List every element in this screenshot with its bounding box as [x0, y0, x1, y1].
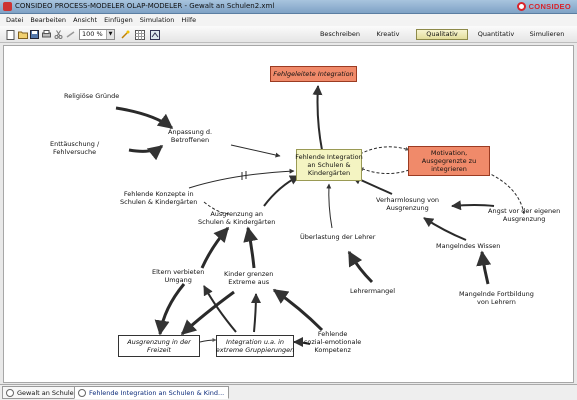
edge-ueberlastung-integration: [326, 183, 333, 229]
edge-kompetenz-kinder: [272, 288, 324, 332]
menu-datei[interactable]: Datei: [6, 16, 23, 24]
node-ueberlastung[interactable]: Überlastung der Lehrer: [300, 233, 375, 241]
edge-enttaeuschung-anpassung: [128, 144, 164, 161]
save-icon[interactable]: [29, 29, 40, 40]
open-icon[interactable]: [17, 29, 28, 40]
edge-wissen-verharmlosung: [423, 217, 467, 241]
app-icon: [3, 2, 12, 11]
logo-text: CONSIDEO: [528, 2, 571, 11]
edge-integration-fehlgeleitet: [312, 85, 323, 151]
document-tabs: Gewalt an Schulen Fehlende Integration a…: [0, 384, 577, 400]
menu-bearbeiten[interactable]: Bearbeiten: [30, 16, 66, 24]
edge-ausgrenzung-integration: [263, 175, 300, 207]
tab-label: Gewalt an Schulen: [17, 389, 78, 397]
node-fehlende-konzepte[interactable]: Fehlende Konzepte in Schulen & Kindergär…: [120, 190, 197, 206]
zoom-select[interactable]: 100 % ▼: [79, 29, 115, 40]
edge-anpassung-integration: [230, 144, 281, 158]
chevron-down-icon[interactable]: ▼: [106, 30, 114, 39]
node-fehlgeleitete-integration[interactable]: Fehlgeleitete Integration: [270, 66, 357, 82]
window-title: CONSIDEO PROCESS-MODELER OLAP-MODELER - …: [15, 2, 275, 10]
edge-kinder-freizeit: [180, 290, 235, 336]
node-eltern-verbieten[interactable]: Eltern verbieten Umgang: [152, 268, 204, 284]
edge-integration-motivation: [359, 146, 410, 155]
edge-kinder-ausgrenzung: [243, 226, 259, 269]
menu-simulation[interactable]: Simulation: [140, 16, 175, 24]
edge-fortbildung-wissen: [476, 250, 492, 285]
mode-simulieren[interactable]: Simulieren: [528, 29, 566, 40]
menu-hilfe[interactable]: Hilfe: [181, 16, 196, 24]
node-ausgrenzung-schulen[interactable]: Ausgrenzung an Schulen & Kindergärten: [198, 210, 275, 226]
node-mangelndes-wissen[interactable]: Mangelndes Wissen: [436, 242, 500, 250]
tab-label: Fehlende Integration an Schulen & Kind..…: [89, 389, 225, 397]
node-angst[interactable]: Angst vor der eigenen Ausgrenzung: [488, 207, 560, 223]
print-icon[interactable]: [41, 29, 52, 40]
menu-einfuegen[interactable]: Einfügen: [104, 16, 133, 24]
grid-icon[interactable]: [134, 29, 145, 40]
mode-qualitativ[interactable]: Qualitativ: [416, 29, 468, 40]
edge-freizeit-extreme: [199, 338, 217, 343]
node-lehrermangel[interactable]: Lehrermangel: [350, 287, 395, 295]
mode-quantitativ[interactable]: Quantitativ: [476, 29, 516, 40]
mode-beschreiben[interactable]: Beschreiben: [318, 29, 362, 40]
edge-eltern-ausgrenzung: [200, 226, 230, 269]
mode-kreativ[interactable]: Kreativ: [373, 29, 403, 40]
zoom-value: 100 %: [82, 30, 103, 38]
edge-angst-verharmlosung: [451, 200, 495, 211]
node-verharmlosung[interactable]: Verharmlosung von Ausgrenzung: [376, 196, 439, 212]
edge-extreme-kinder: [250, 293, 261, 333]
node-fehlende-kompetenz[interactable]: Fehlende sozial-emotionale Kompetenz: [304, 330, 361, 354]
menu-bar: Datei Bearbeiten Ansicht Einfügen Simula…: [0, 14, 577, 26]
node-motivation[interactable]: Motivation, Ausgegrenzte zu integrieren: [408, 146, 490, 176]
node-anpassung[interactable]: Anpassung d. Betroffenen: [168, 128, 212, 144]
tab-gewalt-an-schulen[interactable]: Gewalt an Schulen: [2, 386, 83, 399]
node-enttaeuschung[interactable]: Enttäuschung / Fehlversuche: [50, 140, 99, 156]
cut-icon[interactable]: [53, 29, 64, 40]
toolbar: 100 % ▼ Beschreiben Kreativ Qualitativ Q…: [0, 26, 577, 43]
menu-ansicht[interactable]: Ansicht: [73, 16, 97, 24]
node-religioese-gruende[interactable]: Religiöse Gründe: [64, 92, 119, 100]
diagram-icon: [6, 389, 14, 397]
export-icon[interactable]: [149, 29, 160, 40]
consideo-logo: CONSIDEO: [516, 1, 571, 12]
title-bar: CONSIDEO PROCESS-MODELER OLAP-MODELER - …: [0, 0, 577, 14]
diagram-canvas[interactable]: Religiöse Gründe Enttäuschung / Fehlvers…: [3, 45, 574, 383]
node-ausgrenzung-freizeit[interactable]: Ausgrenzung in der Freizeit: [118, 335, 200, 357]
edge-religion-anpassung: [115, 106, 174, 130]
wizard-icon[interactable]: [119, 29, 130, 40]
node-kinder-grenzen[interactable]: Kinder grenzen Extreme aus: [224, 270, 273, 286]
node-fehlende-integration[interactable]: Fehlende Integration an Schulen & Kinder…: [295, 149, 363, 181]
node-mangelnde-fortbildung[interactable]: Mangelnde Fortbildung von Lehrern: [459, 290, 534, 306]
logo-mark-icon: [516, 2, 526, 11]
edge-eltern-freizeit: [154, 283, 186, 336]
new-icon[interactable]: [5, 29, 16, 40]
node-integration-extreme[interactable]: Integration u.a. in extreme Gruppierunge…: [216, 335, 294, 357]
link-icon[interactable]: [65, 29, 76, 40]
diagram-icon: [78, 389, 86, 397]
edge-motivation-integration: [359, 167, 410, 174]
edge-lehrermangel-ueberlastung: [347, 250, 374, 284]
tab-fehlende-integration[interactable]: Fehlende Integration an Schulen & Kind..…: [74, 386, 230, 399]
